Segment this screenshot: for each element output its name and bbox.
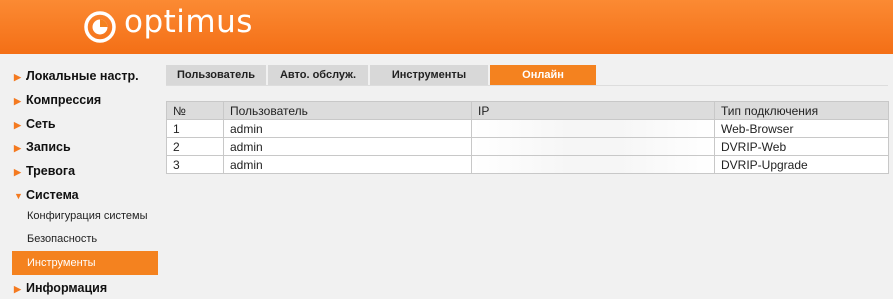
cell-number: 1: [166, 119, 224, 138]
cell-ip: [471, 155, 715, 174]
triangle-right-icon: ▶: [14, 143, 21, 153]
cell-user: admin: [223, 119, 472, 138]
table-row[interactable]: 2 admin DVRIP-Web: [166, 137, 889, 156]
sidebar-subitem-tools[interactable]: Инструменты: [12, 251, 158, 275]
cell-ip: [471, 137, 715, 156]
column-header-connection-type: Тип подключения: [714, 101, 889, 120]
tab-online[interactable]: Онлайн: [490, 65, 596, 85]
triangle-down-icon: ▼: [14, 191, 23, 201]
sidebar-item-system[interactable]: ▼ Система: [14, 188, 79, 202]
header-bar: optimus: [0, 0, 893, 54]
tab-tools[interactable]: Инструменты: [370, 65, 488, 85]
column-header-ip: IP: [471, 101, 715, 120]
sidebar-subitem-security[interactable]: Безопасность: [12, 227, 158, 251]
logo-icon: [84, 11, 116, 43]
sidebar-item-record[interactable]: ▶ Запись: [14, 140, 71, 154]
triangle-right-icon: ▶: [14, 120, 21, 130]
triangle-right-icon: ▶: [14, 96, 21, 106]
sidebar-item-label: Запись: [26, 140, 71, 154]
sidebar-item-label: Компрессия: [26, 93, 102, 107]
column-header-number: №: [166, 101, 224, 120]
sidebar-item-label: Система: [26, 188, 79, 202]
tab-user[interactable]: Пользователь: [166, 65, 266, 85]
triangle-right-icon: ▶: [14, 72, 21, 82]
cell-connection-type: DVRIP-Web: [714, 137, 889, 156]
sidebar-item-info[interactable]: ▶ Информация: [14, 281, 107, 295]
cell-number: 2: [166, 137, 224, 156]
cell-user: admin: [223, 137, 472, 156]
table-row[interactable]: 1 admin Web-Browser: [166, 119, 889, 138]
cell-user: admin: [223, 155, 472, 174]
sidebar-item-label: Тревога: [26, 164, 76, 178]
column-header-user: Пользователь: [223, 101, 472, 120]
sidebar: ▶ Локальные настр. ▶ Компрессия ▶ Сеть ▶ Зап…: [0, 54, 160, 299]
sidebar-item-local-settings[interactable]: ▶ Локальные настр.: [14, 69, 139, 83]
table-row[interactable]: 3 admin DVRIP-Upgrade: [166, 155, 889, 174]
sidebar-item-label: Локальные настр.: [26, 69, 139, 83]
online-users-table: № Пользователь IP Тип подключения 1 admi…: [166, 101, 889, 174]
logo-text: optimus: [124, 4, 253, 40]
cell-connection-type: DVRIP-Upgrade: [714, 155, 889, 174]
triangle-right-icon: ▶: [14, 167, 21, 177]
table-header-row: № Пользователь IP Тип подключения: [166, 101, 889, 120]
cell-connection-type: Web-Browser: [714, 119, 889, 138]
sidebar-item-alarm[interactable]: ▶ Тревога: [14, 164, 75, 178]
sidebar-subitem-system-config[interactable]: Конфигурация системы: [12, 204, 158, 228]
sidebar-item-label: Информация: [26, 281, 108, 295]
tab-divider: [166, 85, 888, 86]
sidebar-item-label: Сеть: [26, 117, 56, 131]
sidebar-item-network[interactable]: ▶ Сеть: [14, 117, 56, 131]
cell-number: 3: [166, 155, 224, 174]
tab-auto-maintenance[interactable]: Авто. обслуж.: [268, 65, 368, 85]
triangle-right-icon: ▶: [14, 284, 21, 294]
cell-ip: [471, 119, 715, 138]
sidebar-item-compression[interactable]: ▶ Компрессия: [14, 93, 101, 107]
